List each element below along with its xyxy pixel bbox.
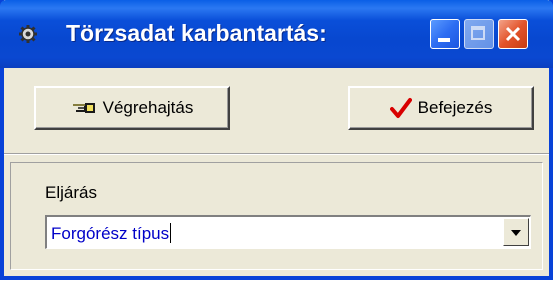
procedure-value: Forgórész típus <box>51 224 170 243</box>
finish-button-label: Befejezés <box>417 98 493 117</box>
checkmark-icon <box>389 97 412 119</box>
execute-button-label: Végrehajtás <box>102 98 194 117</box>
divider <box>4 153 549 155</box>
chevron-down-icon[interactable] <box>503 218 529 246</box>
pointing-hand-icon <box>71 100 97 116</box>
gear-icon <box>18 24 38 44</box>
minimize-icon[interactable] <box>430 19 460 49</box>
title-bar[interactable]: Törzsadat karbantartás: <box>0 0 553 68</box>
execute-button[interactable]: Végrehajtás <box>34 86 230 130</box>
procedure-label: Eljárás <box>45 183 97 202</box>
maximize-icon[interactable] <box>464 19 494 49</box>
toolbar: Végrehajtás Befejezés <box>4 68 549 152</box>
finish-button[interactable]: Befejezés <box>348 86 534 130</box>
window-title: Törzsadat karbantartás: <box>66 20 327 46</box>
procedure-combobox[interactable]: Forgórész típus <box>45 215 531 249</box>
text-caret <box>170 223 172 243</box>
close-icon[interactable] <box>498 19 528 49</box>
